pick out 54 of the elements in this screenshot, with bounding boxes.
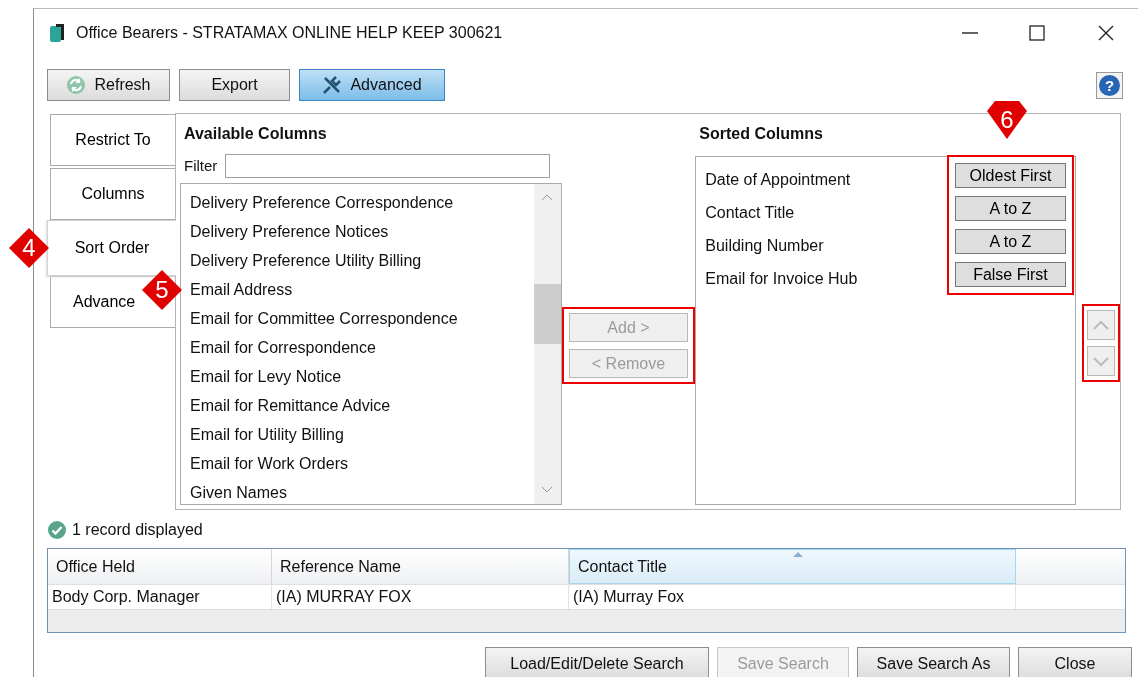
filter-field[interactable] (225, 154, 551, 178)
tab[interactable]: Restrict To (50, 114, 175, 166)
callout-badge: 4 (7, 226, 51, 270)
list-item[interactable]: Email Address (190, 275, 534, 304)
minimize-icon (962, 32, 978, 34)
status-text: 1 record displayed (72, 520, 203, 540)
field-label: Filter (184, 155, 218, 176)
list-item[interactable]: Email for Correspondence (190, 333, 534, 362)
sort-arrow-icon (792, 552, 803, 557)
chevron-up-icon (1092, 318, 1110, 332)
window-title: Office Bearers - STRATAMAX ONLINE HELP KEEP 300621 (76, 23, 503, 43)
table-cell: Body Corp. Manager (48, 585, 272, 609)
chevron-down-icon (1092, 354, 1110, 368)
toolbar-button[interactable]: Advanced (299, 69, 445, 101)
list-item[interactable]: Email for Work Orders (190, 449, 534, 478)
sort-order-button[interactable]: A to Z (955, 229, 1066, 254)
close-icon (1098, 25, 1114, 41)
list-item[interactable]: Building Number (705, 229, 947, 262)
list-item[interactable]: Email for Invoice Hub (705, 262, 947, 295)
help-button[interactable]: ? (1099, 74, 1120, 96)
table-cell: (IA) Murray Fox (569, 585, 1016, 609)
footer-button[interactable]: Load/Edit/Delete Search (485, 647, 709, 677)
list-item[interactable]: Given Names (190, 478, 534, 504)
column-header[interactable]: Contact Title (569, 549, 1016, 584)
list-item[interactable]: Email for Levy Notice (190, 362, 534, 391)
list-item[interactable]: Delivery Preference Correspondence (190, 188, 534, 217)
callout-badge: 5 (140, 268, 184, 312)
sort-order-button[interactable]: False First (955, 262, 1066, 287)
scrollbar[interactable] (533, 184, 561, 504)
sort-order-button[interactable]: Oldest First (955, 163, 1066, 188)
list-item[interactable]: Email for Committee Correspondence (190, 304, 534, 333)
tab[interactable]: Sort Order (47, 220, 176, 276)
list-item[interactable]: Email for Remittance Advice (190, 391, 534, 420)
app-icon (48, 22, 66, 44)
toolbar-button[interactable]: Refresh (47, 69, 170, 101)
list-item[interactable]: Date of Appointment (705, 163, 947, 196)
column-header[interactable]: Office Held (48, 549, 272, 584)
maximize-icon (1029, 25, 1045, 41)
footer-button[interactable]: Close (1018, 647, 1132, 677)
wrench-icon (322, 75, 343, 95)
check-icon (48, 521, 66, 539)
list-item[interactable]: Email for Utility Billing (190, 420, 534, 449)
refresh-icon (66, 75, 87, 95)
section-heading: Available Columns (184, 124, 328, 144)
sort-order-button[interactable]: A to Z (955, 196, 1066, 221)
list-item[interactable]: Delivery Preference Utility Billing (190, 246, 534, 275)
footer-button[interactable]: Save Search As (857, 647, 1010, 677)
list-item[interactable]: Delivery Preference Notices (190, 217, 534, 246)
tab[interactable]: Columns (50, 168, 175, 220)
scroll-thumb[interactable] (533, 284, 561, 344)
table-cell: (IA) MURRAY FOX (272, 585, 569, 609)
section-heading: Sorted Columns (699, 124, 824, 144)
list-item[interactable]: Contact Title (705, 196, 947, 229)
toolbar-button[interactable]: Export (179, 69, 290, 101)
